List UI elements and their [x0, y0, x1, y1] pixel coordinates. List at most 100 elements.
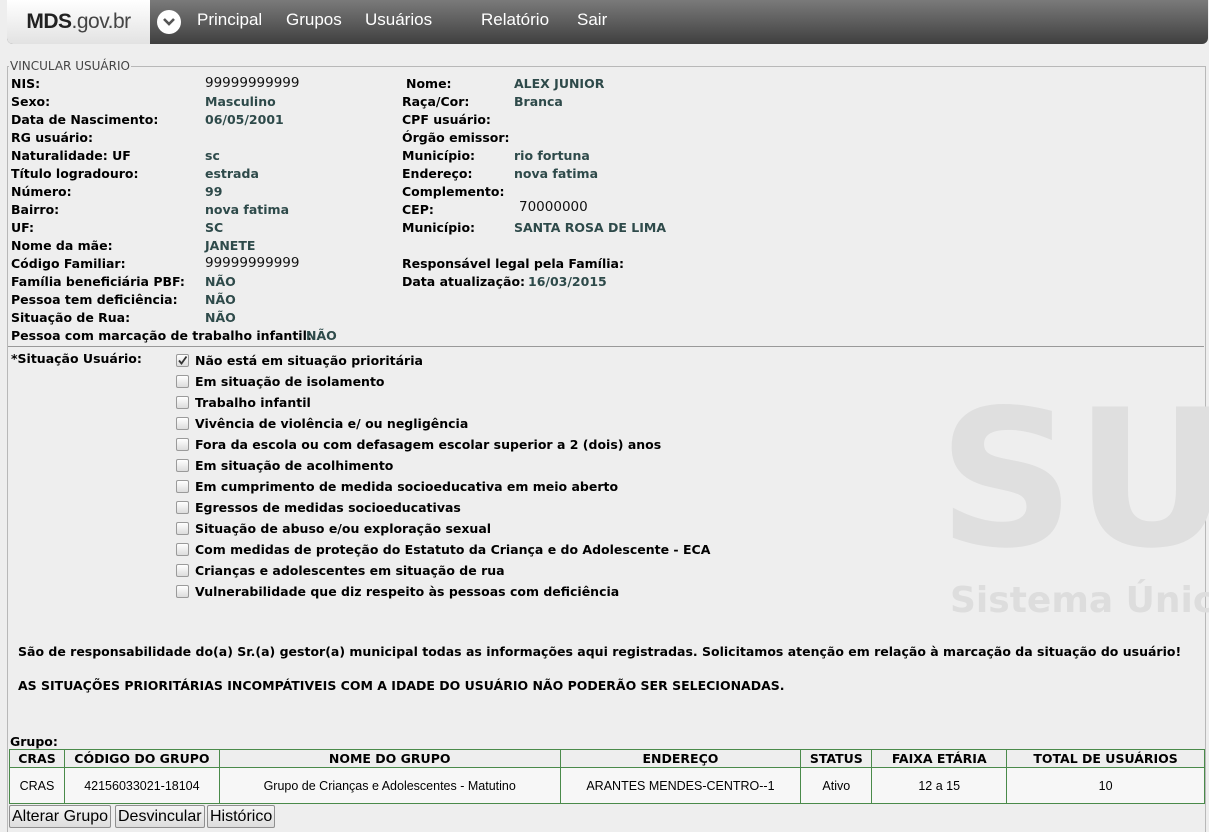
- situacao-option-label: Crianças e adolescentes em situação de r…: [195, 563, 505, 578]
- label-deficiencia: Pessoa tem deficiência:: [11, 292, 178, 307]
- checkmark-icon: [178, 355, 188, 365]
- label-numero: Número:: [11, 184, 72, 199]
- value-raca-cor: Branca: [514, 94, 563, 109]
- situacao-option-label: Em cumprimento de medida socioeducativa …: [195, 479, 619, 494]
- cell-endereco: ARANTES MENDES-CENTRO--1: [559, 767, 802, 804]
- checkbox[interactable]: [176, 417, 189, 430]
- label-grupo: Grupo:: [10, 734, 58, 749]
- label-raca-cor: Raça/Cor:: [402, 94, 470, 109]
- checkbox[interactable]: [176, 501, 189, 514]
- value-endereco: nova fatima: [514, 166, 599, 181]
- notice-situacoes-incompativeis: AS SITUAÇÕES PRIORITÁRIAS INCOMPÁTIVEIS …: [18, 678, 785, 693]
- situacao-option-label: Em situação de acolhimento: [195, 458, 394, 473]
- cell-status: Ativo: [800, 767, 873, 804]
- label-nome-mae: Nome da mãe:: [11, 238, 113, 253]
- value-cep: 70000000: [519, 199, 588, 215]
- value-municipio: SANTA ROSA DE LIMA: [514, 220, 666, 235]
- situacao-option-label: Trabalho infantil: [195, 395, 311, 410]
- value-trabalho-infantil: NÃO: [306, 328, 337, 343]
- section-title: VINCULAR USUÁRIO: [9, 59, 131, 73]
- nav-usuarios[interactable]: Usuários: [365, 0, 432, 40]
- nav-relatorio[interactable]: Relatório: [481, 0, 549, 40]
- checkbox[interactable]: [176, 375, 189, 388]
- top-navbar: MDS.gov.br Principal Grupos Usuários Rel…: [7, 0, 1208, 44]
- checkbox[interactable]: [176, 564, 189, 577]
- checkbox[interactable]: [176, 438, 189, 451]
- checkbox[interactable]: [176, 585, 189, 598]
- cell-total-usuarios: 10: [1006, 767, 1205, 804]
- cell-nome-grupo: Grupo de Crianças e Adolescentes - Matut…: [218, 767, 561, 804]
- value-data-atualizacao: 16/03/2015: [528, 274, 607, 289]
- notice-responsabilidade: São de responsabilidade do(a) Sr.(a) ges…: [18, 644, 1182, 659]
- cell-cras: CRAS: [9, 767, 65, 804]
- value-nis: 99999999999: [205, 75, 300, 91]
- label-municipio-naturalidade: Município:: [402, 148, 476, 163]
- historico-button[interactable]: Histórico: [207, 805, 276, 828]
- label-codigo-familiar: Código Familiar:: [11, 256, 126, 271]
- checkbox-checked[interactable]: [176, 354, 189, 367]
- value-data-nascimento: 06/05/2001: [205, 112, 284, 127]
- label-responsavel-legal: Responsável legal pela Família:: [402, 256, 624, 271]
- table-row[interactable]: CRAS 42156033021-18104 Grupo de Crianças…: [9, 767, 1205, 804]
- header-cras: CRAS: [9, 749, 65, 768]
- label-naturalidade: Naturalidade: UF: [11, 148, 131, 163]
- value-nome-mae: JANETE: [205, 238, 256, 253]
- situacao-option-label: Situação de abuso e/ou exploração sexual: [195, 521, 492, 536]
- checkbox[interactable]: [176, 522, 189, 535]
- value-nome: ALEX JUNIOR: [514, 76, 605, 91]
- value-uf: SC: [205, 220, 224, 235]
- chevron-down-icon[interactable]: [157, 10, 181, 34]
- situacao-option-label: Vulnerabilidade que diz respeito às pess…: [195, 584, 620, 599]
- svg-text:SU: SU: [938, 390, 1209, 590]
- value-numero: 99: [205, 184, 223, 199]
- label-trabalho-infantil: Pessoa com marcação de trabalho infantil…: [11, 328, 312, 343]
- header-status: STATUS: [800, 749, 873, 768]
- cell-codigo-grupo: 42156033021-18104: [63, 767, 220, 804]
- label-rg: RG usuário:: [11, 130, 93, 145]
- label-nis: NIS:: [11, 76, 41, 91]
- value-situacao-rua: NÃO: [205, 310, 236, 325]
- cell-faixa-etaria: 12 a 15: [871, 767, 1008, 804]
- groups-table: CRAS CÓDIGO DO GRUPO NOME DO GRUPO ENDER…: [9, 749, 1205, 804]
- situacao-option-label: Egressos de medidas socioeducativas: [195, 500, 461, 515]
- header-faixa-etaria: FAIXA ETÁRIA: [871, 749, 1008, 768]
- value-deficiencia: NÃO: [205, 292, 236, 307]
- header-nome-grupo: NOME DO GRUPO: [218, 749, 561, 768]
- svg-text:Sistema Único de: Sistema Único de: [950, 579, 1209, 621]
- label-data-nascimento: Data de Nascimento:: [11, 112, 159, 127]
- checkbox[interactable]: [176, 459, 189, 472]
- nav-principal[interactable]: Principal: [197, 0, 262, 40]
- label-uf: UF:: [11, 220, 35, 235]
- label-bairro: Bairro:: [11, 202, 60, 217]
- label-nome: Nome:: [406, 76, 452, 91]
- value-bairro: nova fatima: [205, 202, 290, 217]
- desvincular-button[interactable]: Desvincular: [115, 805, 205, 828]
- alterar-grupo-button[interactable]: Alterar Grupo: [9, 805, 112, 828]
- label-municipio: Município:: [402, 220, 476, 235]
- checkbox[interactable]: [176, 480, 189, 493]
- header-endereco: ENDEREÇO: [559, 749, 802, 768]
- table-header-row: CRAS CÓDIGO DO GRUPO NOME DO GRUPO ENDER…: [9, 749, 1205, 768]
- label-data-atualizacao: Data atualização:: [402, 274, 526, 289]
- checkbox[interactable]: [176, 396, 189, 409]
- label-familia-pbf: Família beneficiária PBF:: [11, 274, 185, 289]
- site-logo[interactable]: MDS.gov.br: [7, 0, 150, 44]
- header-codigo-grupo: CÓDIGO DO GRUPO: [63, 749, 220, 768]
- situacao-option-label: Vivência de violência e/ ou negligência: [195, 416, 469, 431]
- label-cpf: CPF usuário:: [402, 112, 491, 127]
- situacao-option-label: Em situação de isolamento: [195, 374, 385, 389]
- label-situacao-rua: Situação de Rua:: [11, 310, 131, 325]
- situacao-option-label: Com medidas de proteção do Estatuto da C…: [195, 542, 711, 557]
- header-total-usuarios: TOTAL DE USUÁRIOS: [1006, 749, 1205, 768]
- nav-sair[interactable]: Sair: [577, 0, 607, 40]
- label-cep: CEP:: [402, 202, 434, 217]
- checkbox[interactable]: [176, 543, 189, 556]
- label-endereco: Endereço:: [402, 166, 473, 181]
- label-situacao-usuario: *Situação Usuário:: [11, 351, 142, 366]
- value-codigo-familiar: 99999999999: [205, 255, 300, 271]
- nav-grupos[interactable]: Grupos: [286, 0, 342, 40]
- value-familia-pbf: NÃO: [205, 274, 236, 289]
- label-sexo: Sexo:: [11, 94, 51, 109]
- section-divider: [8, 346, 1204, 347]
- value-sexo: Masculino: [205, 94, 276, 109]
